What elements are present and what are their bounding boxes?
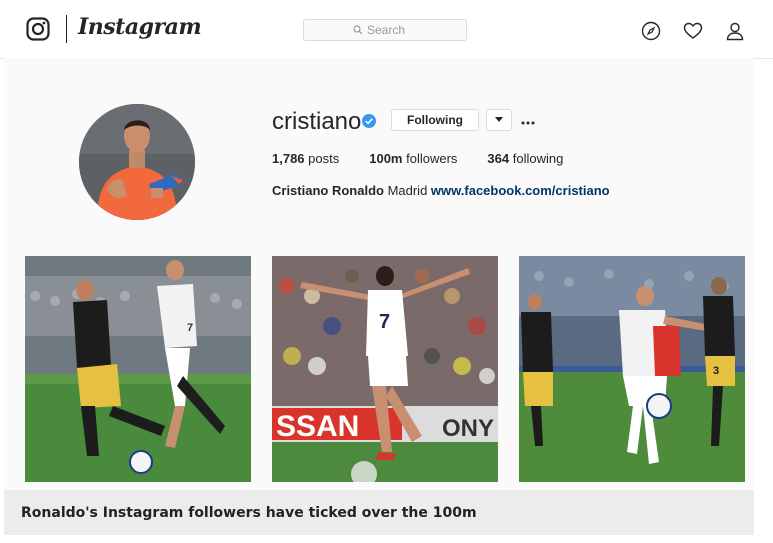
followers-stat[interactable]: 100m followers: [369, 151, 457, 166]
post2-banner-text: SSAN: [276, 410, 359, 443]
post2-banner-text-2: ONY: [442, 415, 494, 442]
profile-bio: Cristiano Ronaldo Madrid www.facebook.co…: [272, 183, 610, 198]
post3-jersey-number: 3: [713, 365, 719, 377]
profile-username: cristiano: [272, 108, 362, 135]
bio-website-link[interactable]: www.facebook.com/cristiano: [431, 183, 610, 198]
following-label: following: [509, 151, 564, 166]
profile-avatar[interactable]: [79, 104, 195, 220]
following-stat[interactable]: 364 following: [487, 151, 563, 166]
posts-stat: 1,786 posts: [272, 151, 339, 166]
search-icon: [353, 25, 363, 35]
post-thumbnail-3[interactable]: 3: [519, 256, 745, 482]
search-box[interactable]: [303, 19, 467, 41]
caret-down-icon: [495, 117, 503, 122]
top-navigation-bar: Instagram: [0, 0, 773, 59]
instagram-logo-icon[interactable]: [26, 17, 50, 41]
user-icon[interactable]: [725, 21, 745, 41]
bio-full-name: Cristiano Ronaldo: [272, 183, 384, 198]
heart-icon[interactable]: [683, 21, 703, 41]
profile-stats: 1,786 posts 100m followers 364 following: [272, 151, 593, 166]
following-count: 364: [487, 151, 510, 166]
ellipsis-icon: [521, 121, 535, 125]
posts-count: 1,786: [272, 151, 305, 166]
post1-jersey-number: 7: [187, 322, 193, 334]
followers-count: 100m: [369, 151, 403, 166]
post-thumbnail-1[interactable]: 7: [25, 256, 251, 482]
compass-icon[interactable]: [641, 21, 661, 41]
post2-jersey-number: 7: [379, 311, 390, 333]
bio-location: Madrid: [383, 183, 431, 198]
search-input[interactable]: [367, 23, 417, 37]
image-caption-bar: Ronaldo's Instagram followers have ticke…: [4, 490, 754, 535]
post-thumbnail-2[interactable]: SSAN ONY 7: [272, 256, 498, 482]
logo-divider: [66, 15, 67, 43]
suggestions-dropdown-button[interactable]: [486, 109, 512, 131]
verified-badge-icon: [362, 114, 376, 128]
following-button[interactable]: Following: [391, 109, 479, 131]
posts-label: posts: [304, 151, 340, 166]
image-caption: Ronaldo's Instagram followers have ticke…: [21, 505, 477, 521]
more-options-button[interactable]: [518, 109, 538, 131]
followers-label: followers: [402, 151, 458, 166]
instagram-wordmark[interactable]: Instagram: [78, 14, 202, 40]
